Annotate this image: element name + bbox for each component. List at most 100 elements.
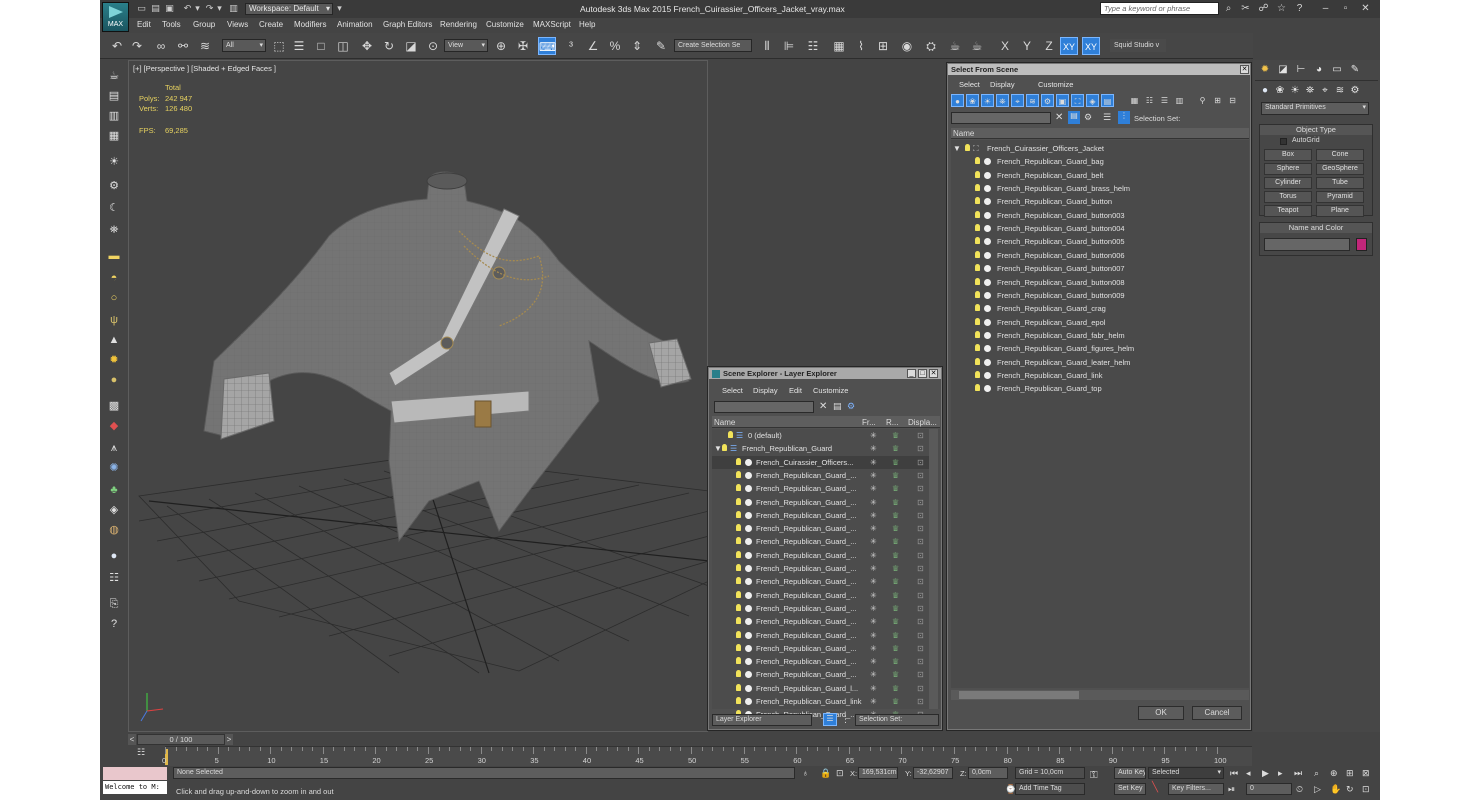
axis-z-button[interactable]: Z <box>1040 37 1058 55</box>
frozen-toggle-icon[interactable]: ✳ <box>870 682 877 695</box>
sphere-icon[interactable]: ○ <box>106 290 122 306</box>
teapot-icon[interactable]: ☕ <box>106 68 122 84</box>
display-helpers-icon[interactable]: ⌖ <box>1011 94 1024 107</box>
light-icon[interactable]: ☀ <box>106 154 122 170</box>
se-tree-row[interactable]: French_Republican_Guard_... ✳ ♕ ⊡ <box>712 469 929 482</box>
minimize-icon[interactable]: _ <box>907 369 916 378</box>
select-by-name-icon[interactable]: ☰ <box>290 37 308 55</box>
select-none-icon[interactable]: ☰ <box>1158 94 1171 107</box>
display-toggle-icon[interactable]: ⊡ <box>917 602 924 615</box>
utilities-tab-icon[interactable]: ✎ <box>1348 63 1362 77</box>
perspective-viewport[interactable]: [+] [Perspective ] [Shaded + Edged Faces… <box>128 60 708 732</box>
select-from-scene-window[interactable]: Select From Scene ✕ Select Display Custo… <box>947 63 1251 730</box>
selection-lock-icon[interactable]: 🔒 <box>820 768 831 779</box>
display-toggle-icon[interactable]: ⊡ <box>917 549 924 562</box>
se-tree-row[interactable]: French_Republican_Guard_link ✳ ♕ ⊡ <box>712 695 929 708</box>
se-tree-row[interactable]: ▼ ☰ French_Republican_Guard ✳ ♕ ⊡ <box>712 442 929 455</box>
render-toggle-icon[interactable]: ♕ <box>892 602 899 615</box>
frozen-toggle-icon[interactable]: ✳ <box>870 642 877 655</box>
menu-customize[interactable]: Customize <box>486 20 524 29</box>
redo-icon[interactable]: ↷ <box>128 37 146 55</box>
set-key-filter-icon[interactable]: ╲ <box>1152 782 1158 793</box>
cancel-button[interactable]: Cancel <box>1192 706 1242 720</box>
filter-icon[interactable]: ⚲ <box>1196 94 1209 107</box>
render-toggle-icon[interactable]: ♕ <box>892 695 899 708</box>
placement-icon[interactable]: ⊙ <box>424 37 442 55</box>
display-toggle-icon[interactable]: ⊡ <box>917 562 924 575</box>
open-file-icon[interactable]: ▤ <box>150 3 161 14</box>
light-bulb-icon[interactable] <box>975 370 980 378</box>
render-toggle-icon[interactable]: ♕ <box>892 482 899 495</box>
orbit-icon[interactable]: ↻ <box>1346 784 1354 795</box>
close-icon[interactable]: ✕ <box>1240 65 1249 74</box>
sfs-tree-row[interactable]: French_Republican_Guard_belt <box>951 169 1247 182</box>
se-tree-row[interactable]: French_Republican_Guard_... ✳ ♕ ⊡ <box>712 655 929 668</box>
render-toggle-icon[interactable]: ♕ <box>892 456 899 469</box>
cone-button[interactable]: Cone <box>1316 149 1364 161</box>
se-tree-row[interactable]: French_Republican_Guard_... ✳ ♕ ⊡ <box>712 615 929 628</box>
window-crossing-icon[interactable]: ◫ <box>334 37 352 55</box>
display-xrefs-icon[interactable]: ▣ <box>1056 94 1069 107</box>
menu-maxscript[interactable]: MAXScript <box>533 20 571 29</box>
category-dropdown[interactable]: Standard Primitives ▾ <box>1261 102 1369 115</box>
light-bulb-icon[interactable] <box>975 157 980 165</box>
track-bar[interactable]: 0 5 10 15 20 25 30 35 40 45 50 55 60 65 70 75 80 85 90 95 10… <box>162 746 1252 766</box>
graphite-ribbon-icon[interactable]: ▦ <box>830 37 848 55</box>
sfs-horizontal-scrollbar[interactable] <box>951 690 1249 700</box>
frozen-toggle-icon[interactable]: ✳ <box>870 549 877 562</box>
render-toggle-icon[interactable]: ♕ <box>892 668 899 681</box>
sfs-tree-row[interactable]: French_Republican_Guard_button006 <box>951 249 1247 262</box>
se-tree-row[interactable]: French_Republican_Guard_... ✳ ♕ ⊡ <box>712 575 929 588</box>
shaded-sphere-icon[interactable]: ● <box>106 548 122 564</box>
unlink-icon[interactable]: ⚯ <box>174 37 192 55</box>
scale-icon[interactable]: ◪ <box>402 37 420 55</box>
menu-rendering[interactable]: Rendering <box>440 20 477 29</box>
material-editor-icon[interactable]: ◉ <box>898 37 916 55</box>
menu-create[interactable]: Create <box>259 20 283 29</box>
hierarchy-mode-icon[interactable]: ⋮ <box>841 714 850 725</box>
se-menu-display[interactable]: Display <box>753 386 778 395</box>
spacewarps-icon[interactable]: ≋ <box>1333 84 1347 98</box>
go-to-end-icon[interactable]: ⏭ <box>1294 768 1302 779</box>
display-containers-icon[interactable]: ◈ <box>1086 94 1099 107</box>
frozen-toggle-icon[interactable]: ✳ <box>870 562 877 575</box>
sphere-button[interactable]: Sphere <box>1264 163 1312 175</box>
sfs-menu-customize[interactable]: Customize <box>1038 80 1073 89</box>
display-toggle-icon[interactable]: ⊡ <box>917 509 924 522</box>
auto-key-button[interactable]: Auto Key <box>1114 767 1146 779</box>
angle-snap-icon[interactable]: ∠ <box>584 37 602 55</box>
display-toggle-icon[interactable]: ⊡ <box>917 682 924 695</box>
render-toggle-icon[interactable]: ♕ <box>892 429 899 442</box>
layers-icon[interactable]: ☰ <box>1103 112 1111 123</box>
light-bulb-icon[interactable] <box>736 577 741 585</box>
light-bulb-icon[interactable] <box>736 670 741 678</box>
light-bulb-icon[interactable] <box>736 683 741 691</box>
se-tree-row[interactable]: French_Republican_Guard_... ✳ ♕ ⊡ <box>712 629 929 642</box>
object-type-header[interactable]: Object Type <box>1260 125 1372 135</box>
geosphere-button[interactable]: GeoSphere <box>1316 163 1364 175</box>
menu-edit[interactable]: Edit <box>137 20 151 29</box>
box-button[interactable]: Box <box>1264 149 1312 161</box>
teapot-button[interactable]: Teapot <box>1264 205 1312 217</box>
light-bulb-icon[interactable] <box>975 250 980 258</box>
grid-icon[interactable]: ▦ <box>106 128 122 144</box>
display-bones-icon[interactable]: ⛶ <box>1071 94 1084 107</box>
play-icon[interactable]: ▶ <box>1262 768 1269 779</box>
display-spacewarps-icon[interactable]: ≋ <box>1026 94 1039 107</box>
reference-coordinate-dropdown[interactable]: View ▾ <box>444 39 488 52</box>
selection-filter-dropdown[interactable]: All ▾ <box>222 39 266 52</box>
menu-animation[interactable]: Animation <box>337 20 373 29</box>
clear-search-icon[interactable]: ✕ <box>819 401 827 412</box>
schematic-view-icon[interactable]: ⊞ <box>874 37 892 55</box>
light-bulb-icon[interactable] <box>722 444 727 452</box>
search-input[interactable]: Type a keyword or phrase <box>1100 2 1219 15</box>
render-production-icon[interactable]: ☕ <box>968 37 986 55</box>
frozen-toggle-icon[interactable]: ✳ <box>870 655 877 668</box>
modify-tab-icon[interactable]: ◪ <box>1276 63 1290 77</box>
set-key-button[interactable]: Set Key <box>1114 783 1146 795</box>
display-toggle-icon[interactable]: ⊡ <box>917 482 924 495</box>
pivot-center-icon[interactable]: ⊕ <box>492 37 510 55</box>
display-toggle-icon[interactable]: ⊡ <box>917 522 924 535</box>
z-coordinate-field[interactable]: 0,0cm <box>968 767 1008 779</box>
sfs-tree-row[interactable]: French_Republican_Guard_epol <box>951 316 1247 329</box>
